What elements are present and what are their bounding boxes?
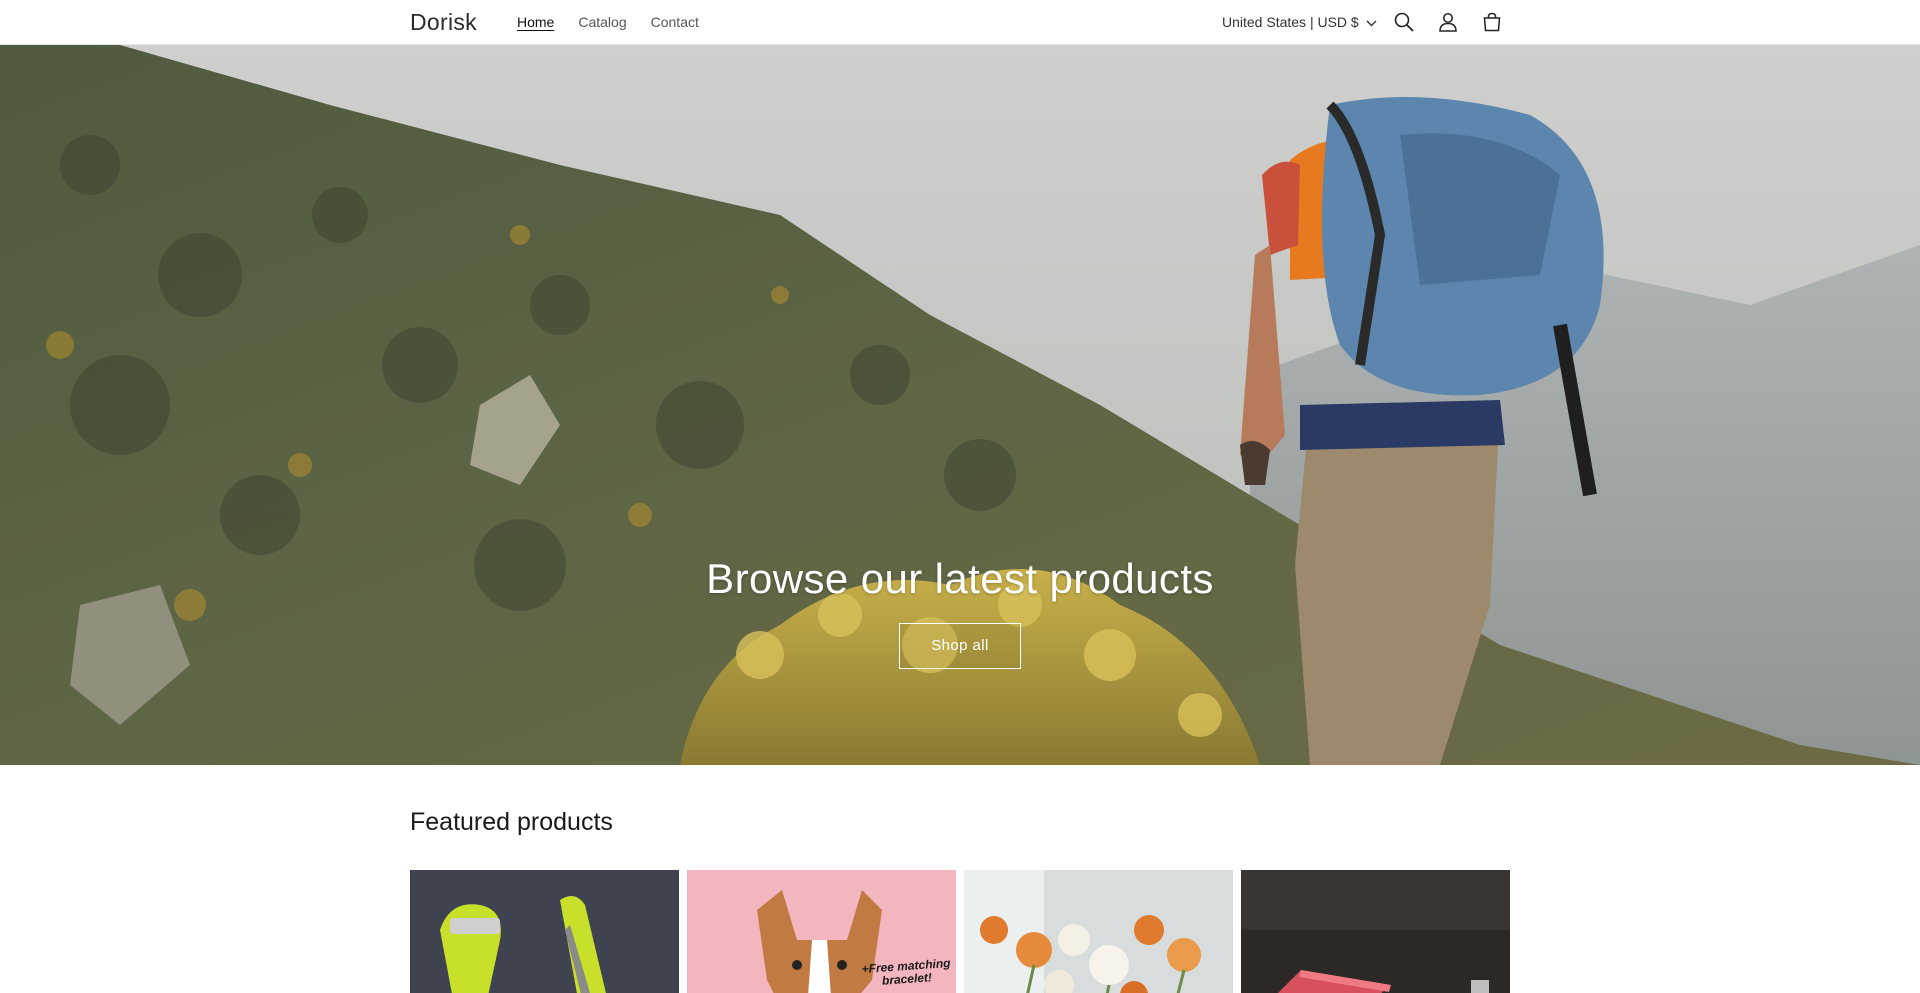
product-card-red-case[interactable] bbox=[1241, 870, 1510, 993]
nav-home[interactable]: Home bbox=[517, 14, 554, 30]
product-image-red-case bbox=[1241, 870, 1510, 993]
cart-icon[interactable] bbox=[1479, 9, 1505, 35]
site-header: Dorisk Home Catalog Contact United State… bbox=[0, 0, 1920, 45]
search-icon[interactable] bbox=[1391, 9, 1417, 35]
hero-title: Browse our latest products bbox=[706, 555, 1214, 602]
nav-catalog[interactable]: Catalog bbox=[578, 14, 626, 30]
chevron-down-icon bbox=[1366, 14, 1377, 30]
locale-selector[interactable]: United States | USD $ bbox=[1222, 14, 1377, 30]
product-card-flowers[interactable] bbox=[964, 870, 1233, 993]
main-nav: Home Catalog Contact bbox=[517, 14, 699, 30]
account-icon[interactable] bbox=[1435, 9, 1461, 35]
product-image-flowers bbox=[964, 870, 1233, 993]
product-image-peelers bbox=[410, 870, 679, 993]
shop-all-button[interactable]: Shop all bbox=[899, 623, 1021, 669]
locale-label: United States | USD $ bbox=[1222, 14, 1359, 30]
product-card-dog-bandana[interactable]: +Free matching bracelet! bbox=[687, 870, 956, 993]
store-logo[interactable]: Dorisk bbox=[410, 9, 477, 36]
nav-contact[interactable]: Contact bbox=[651, 14, 699, 30]
featured-title: Featured products bbox=[410, 808, 613, 836]
product-card-peelers[interactable] bbox=[410, 870, 679, 993]
hero-banner: Browse our latest products Shop all bbox=[0, 45, 1920, 765]
product-grid: +Free matching bracelet! bbox=[410, 870, 1510, 993]
hero-content: Browse our latest products Shop all bbox=[0, 555, 1920, 669]
